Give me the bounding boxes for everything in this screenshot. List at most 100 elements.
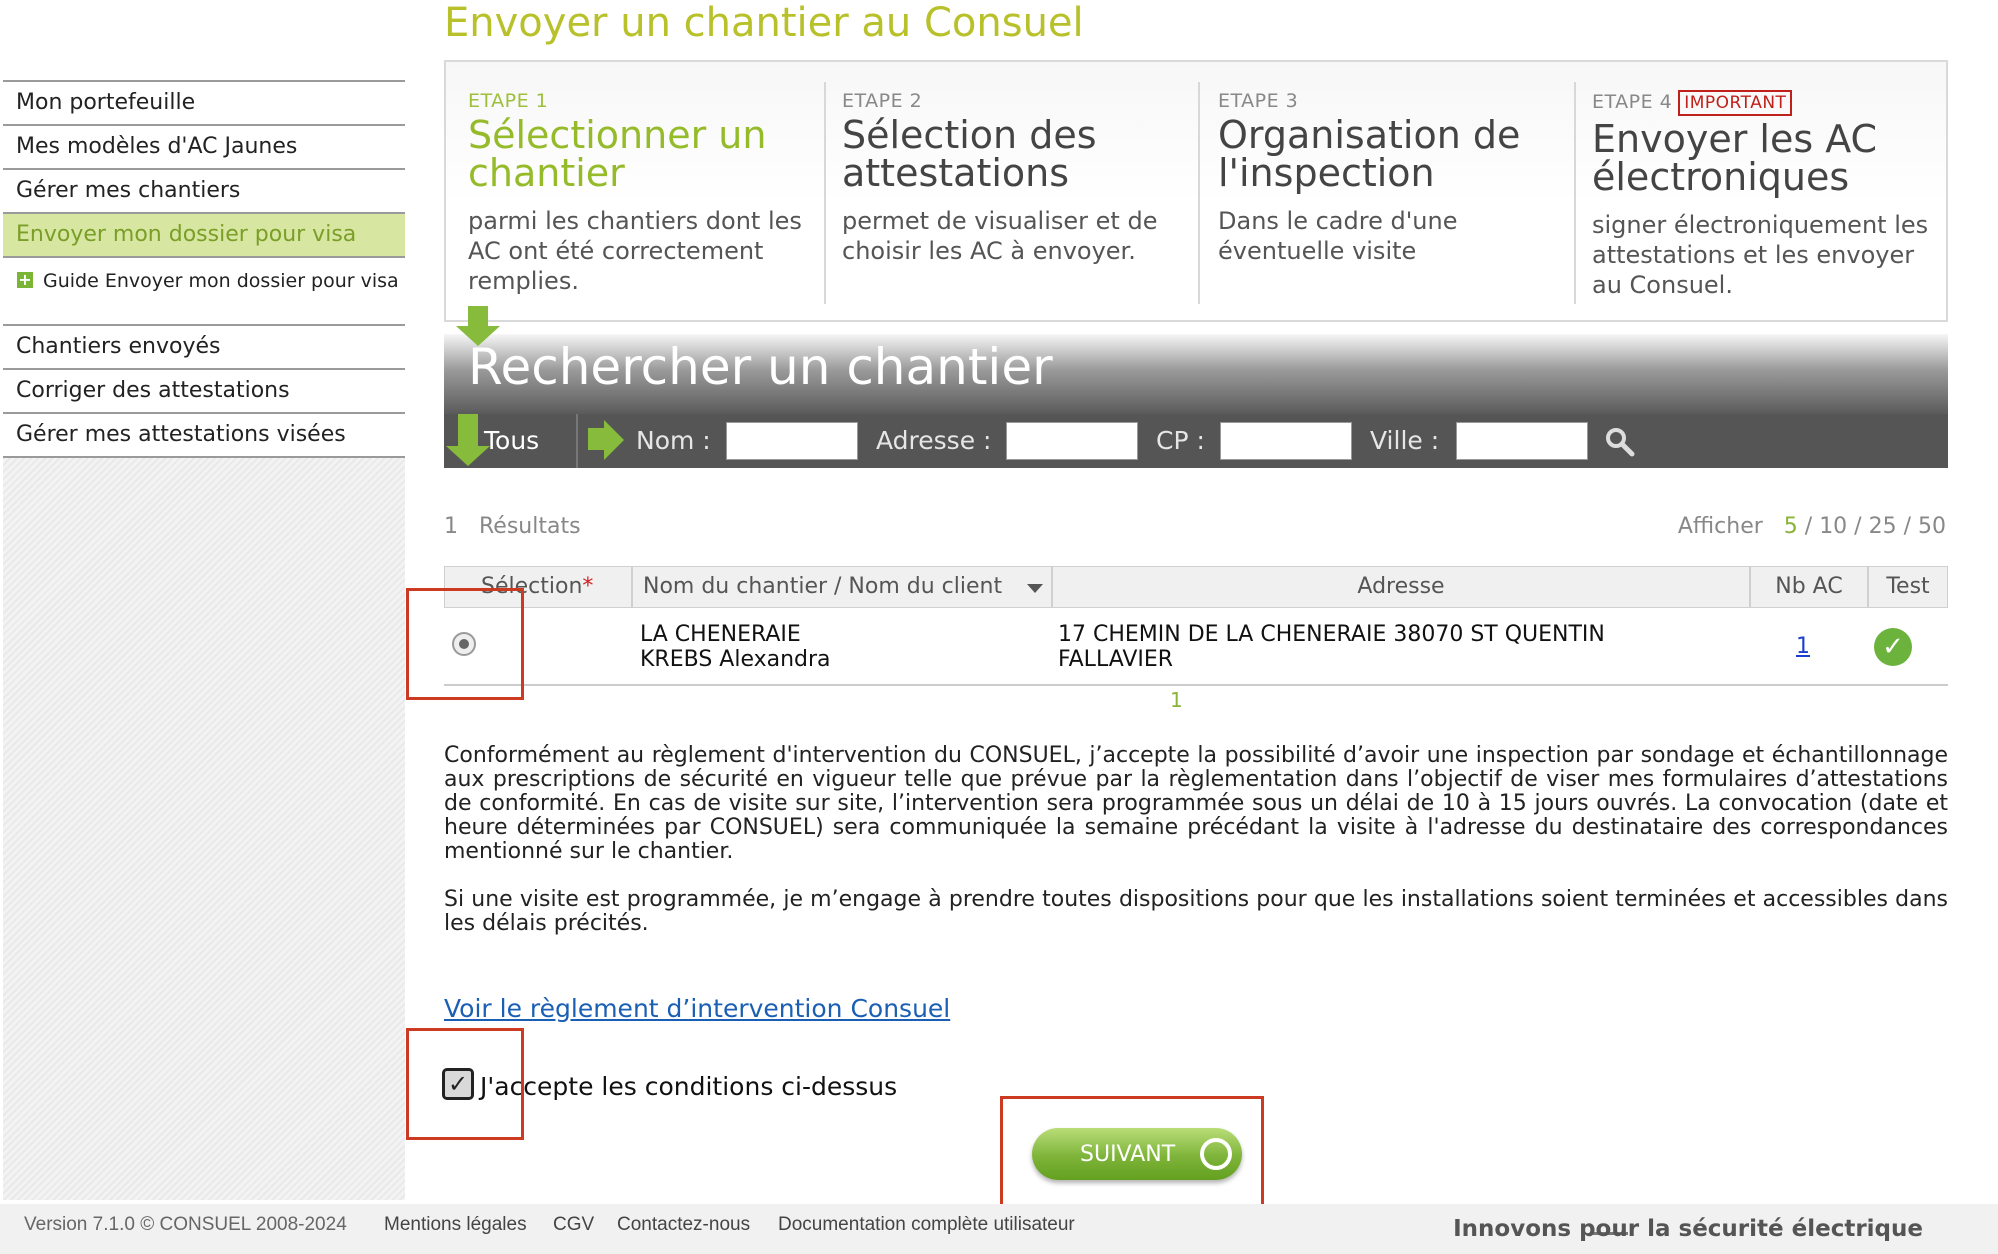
adresse-label: Adresse : [876,426,992,455]
sidebar-item-label: Gérer mes chantiers [16,178,241,203]
required-mark: * [582,574,594,599]
search-icon[interactable] [1604,426,1636,458]
header-nb-ac-label: Nb AC [1775,574,1843,599]
row-site-client: LA CHENERAIE KREBS Alexandra [640,622,831,672]
search-title: Rechercher un chantier [468,338,1053,396]
sidebar-item-attestations-visees[interactable]: Gérer mes attestations visées [3,412,405,458]
arrow-right-icon [604,420,624,460]
sidebar-item-chantiers-envoyes[interactable]: Chantiers envoyés [3,324,405,368]
highlight-box [406,588,524,700]
step-description: signer électroniquement les attestations… [1592,211,1929,299]
footer-link-documentation[interactable]: Documentation complète utilisateur [778,1214,1075,1236]
step-title: Organisation de l'inspection [1218,113,1521,195]
cp-label: CP : [1156,426,1205,455]
tagline: Innovons pour la sécurité électrique [1453,1216,1923,1242]
sidebar-item-label: Envoyer mon dossier pour visa [16,222,357,247]
sidebar-item-label: Gérer mes attestations visées [16,422,346,447]
step-4: ETAPE 4 IMPORTANT Envoyer les AC électron… [1592,90,1942,300]
address-line1: 17 CHEMIN DE LA CHENERAIE 38070 ST QUENT… [1058,622,1605,647]
results-count: 1 Résultats [444,514,581,539]
header-name-label: Nom du chantier / Nom du client [643,574,1003,599]
step-divider [1198,82,1200,304]
sidebar-top-blank [3,0,405,80]
cp-input[interactable] [1220,422,1352,460]
nom-label: Nom : [636,426,711,455]
header-name[interactable]: Nom du chantier / Nom du client [632,566,1052,608]
sidebar-item-envoyer-dossier[interactable]: Envoyer mon dossier pour visa [3,212,405,256]
page-size-10[interactable]: 10 [1819,514,1847,539]
important-badge: IMPORTANT [1678,90,1793,116]
step-description: Dans le cadre d'une éventuelle visite [1218,207,1458,265]
step-number: ETAPE 3 [1218,90,1299,112]
header-nb-ac[interactable]: Nb AC [1750,566,1868,608]
arrow-down-icon [468,306,488,328]
filter-all[interactable]: Tous [484,426,539,455]
client-name: KREBS Alexandra [640,647,831,672]
rules-link[interactable]: Voir le règlement d’intervention Consuel [444,994,950,1023]
step-divider [824,82,826,304]
page-title: Envoyer un chantier au Consuel [444,0,1084,46]
highlight-box [406,1028,524,1140]
results-number: 1 [444,514,458,539]
step-3: ETAPE 3 Organisation de l'inspection Dan… [1218,90,1558,266]
arrow-down-icon [456,326,500,346]
results-label: Résultats [478,514,581,539]
header-address-label: Adresse [1357,574,1445,599]
sidebar-item-label: Guide Envoyer mon dossier pour visa [43,270,399,292]
page-size-selector: Afficher 5 / 10 / 25 / 50 [1677,514,1946,539]
ville-label: Ville : [1370,426,1440,455]
footer-link-cgv[interactable]: CGV [553,1214,594,1236]
header-test-label: Test [1886,574,1930,599]
sidebar-item-guide[interactable]: + Guide Envoyer mon dossier pour visa [3,256,405,332]
footer-version: Version 7.1.0 © CONSUEL 2008-2024 [24,1214,347,1235]
page-size-25[interactable]: 25 [1869,514,1897,539]
sidebar-item-mon-portefeuille[interactable]: Mon portefeuille [3,80,405,124]
footer-link-mentions[interactable]: Mentions légales [384,1214,527,1236]
sidebar-item-label: Chantiers envoyés [16,334,221,359]
row-divider [444,684,1948,686]
step-2: ETAPE 2 Sélection des attestations perme… [842,90,1182,266]
accept-label[interactable]: J'accepte les conditions ci-dessus [480,1072,897,1101]
step-description: permet de visualiser et de choisir les A… [842,207,1158,265]
sort-down-icon [1027,584,1043,593]
plus-icon: + [17,270,33,289]
sidebar-item-gerer-chantiers[interactable]: Gérer mes chantiers [3,168,405,212]
ville-input[interactable] [1456,422,1588,460]
step-number: ETAPE 1 [468,90,549,112]
step-1: ETAPE 1 Sélectionner un chantier parmi l… [468,90,808,296]
step-title: Sélection des attestations [842,113,1097,195]
sidebar-item-mes-modeles[interactable]: Mes modèles d'AC Jaunes [3,124,405,168]
step-divider [1574,82,1576,304]
page-size-5[interactable]: 5 [1784,514,1798,539]
arrow-down-icon [458,414,478,446]
header-address[interactable]: Adresse [1052,566,1750,608]
sidebar-item-label: Mon portefeuille [16,90,196,115]
terms-text: Conformément au règlement d'intervention… [444,744,1948,960]
step-number: ETAPE 4 IMPORTANT [1592,90,1942,116]
nom-input[interactable] [726,422,858,460]
adresse-input[interactable] [1006,422,1138,460]
address-line2: FALLAVIER [1058,647,1174,672]
sidebar-item-label: Corriger des attestations [16,378,290,403]
sidebar-item-corriger[interactable]: Corriger des attestations [3,368,405,412]
terms-paragraph: Si une visite est programmée, je m’engag… [444,887,1948,936]
header-test[interactable]: Test [1868,566,1948,608]
pagination-page-1[interactable]: 1 [1170,688,1183,712]
step-number: ETAPE 2 [842,90,923,112]
check-ok-icon: ✓ [1874,628,1912,666]
steps-panel: ETAPE 1 Sélectionner un chantier parmi l… [444,60,1948,322]
nb-ac-link[interactable]: 1 [1796,634,1810,659]
site-name: LA CHENERAIE [640,622,801,647]
page-size-50[interactable]: 50 [1918,514,1946,539]
footer-link-contact[interactable]: Contactez-nous [617,1214,750,1236]
step-number-text: ETAPE 4 [1592,91,1673,113]
search-bar: Tous Nom : Adresse : CP : Ville : [444,414,1948,468]
terms-paragraph: Conformément au règlement d'intervention… [444,743,1948,864]
divider [576,414,578,468]
step-title: Sélectionner un chantier [468,113,767,195]
sidebar-item-label: Mes modèles d'AC Jaunes [16,134,298,159]
step-description: parmi les chantiers dont les AC ont été … [468,207,802,295]
row-address: 17 CHEMIN DE LA CHENERAIE 38070 ST QUENT… [1058,622,1605,672]
show-label: Afficher [1677,514,1763,539]
highlight-box [1000,1096,1264,1208]
